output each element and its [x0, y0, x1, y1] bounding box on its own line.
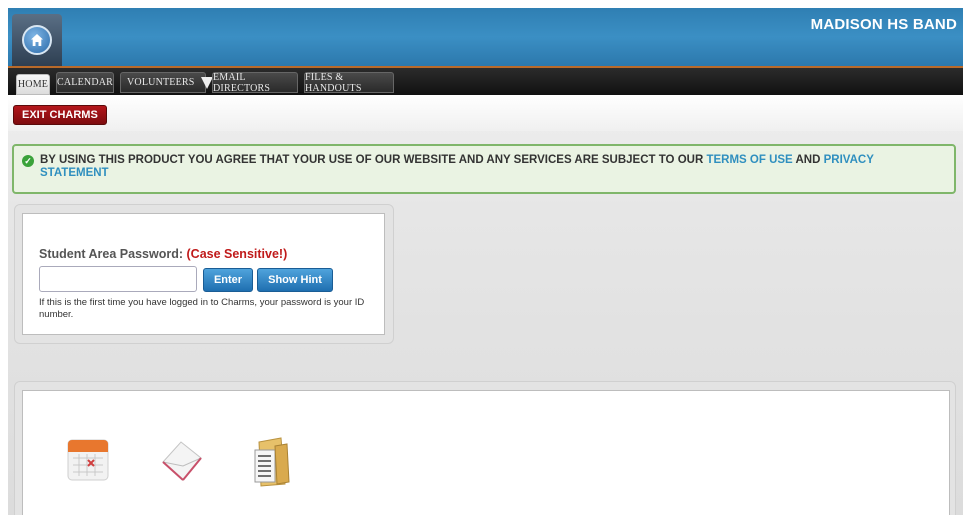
enter-button[interactable]: Enter [203, 268, 253, 292]
tab-volunteers-label: VOLUNTEERS [127, 77, 195, 88]
password-label-text: Student Area Password: [39, 247, 187, 261]
home-button[interactable] [12, 14, 62, 66]
terms-notice-text: BY USING THIS PRODUCT YOU AGREE THAT YOU… [40, 154, 707, 166]
show-hint-button[interactable]: Show Hint [257, 268, 333, 292]
terms-of-use-link[interactable]: TERMS OF USE [706, 154, 792, 166]
password-help-text: If this is the first time you have logge… [39, 297, 365, 320]
action-bar: EXIT CHARMS [8, 95, 963, 131]
terms-and-text: AND [792, 154, 824, 166]
home-icon [22, 25, 52, 55]
tab-calendar[interactable]: CALENDAR [56, 72, 114, 93]
password-input[interactable] [39, 266, 197, 292]
tab-files-handouts[interactable]: FILES & HANDOUTS [304, 72, 394, 94]
band-name: MADISON HS BAND [810, 16, 957, 33]
check-circle-icon: ✓ [22, 155, 34, 167]
header: MADISON HS BAND [8, 8, 963, 66]
quick-links-container [14, 381, 956, 515]
password-label: Student Area Password: (Case Sensitive!) [39, 247, 287, 261]
login-panel-container: Student Area Password: (Case Sensitive!)… [14, 204, 394, 344]
tab-home[interactable]: HOME [16, 74, 50, 95]
app-window: MADISON HS BAND HOME CALENDAR VOLUNTEERS… [8, 8, 963, 515]
main-nav: HOME CALENDAR VOLUNTEERS EMAIL DIRECTORS… [8, 66, 963, 95]
exit-charms-button[interactable]: EXIT CHARMS [13, 105, 107, 125]
folder-documents-icon[interactable] [249, 436, 295, 493]
tab-volunteers[interactable]: VOLUNTEERS [120, 72, 213, 93]
quick-links-panel [22, 390, 950, 515]
dropdown-caret-icon [200, 76, 213, 89]
tab-email-directors[interactable]: EMAIL DIRECTORS [212, 72, 298, 94]
terms-notice: ✓ BY USING THIS PRODUCT YOU AGREE THAT Y… [12, 144, 956, 194]
envelope-icon[interactable] [157, 436, 207, 489]
login-panel: Student Area Password: (Case Sensitive!)… [22, 213, 385, 335]
calendar-icon[interactable] [65, 436, 111, 489]
case-sensitive-warning: (Case Sensitive!) [186, 247, 288, 261]
